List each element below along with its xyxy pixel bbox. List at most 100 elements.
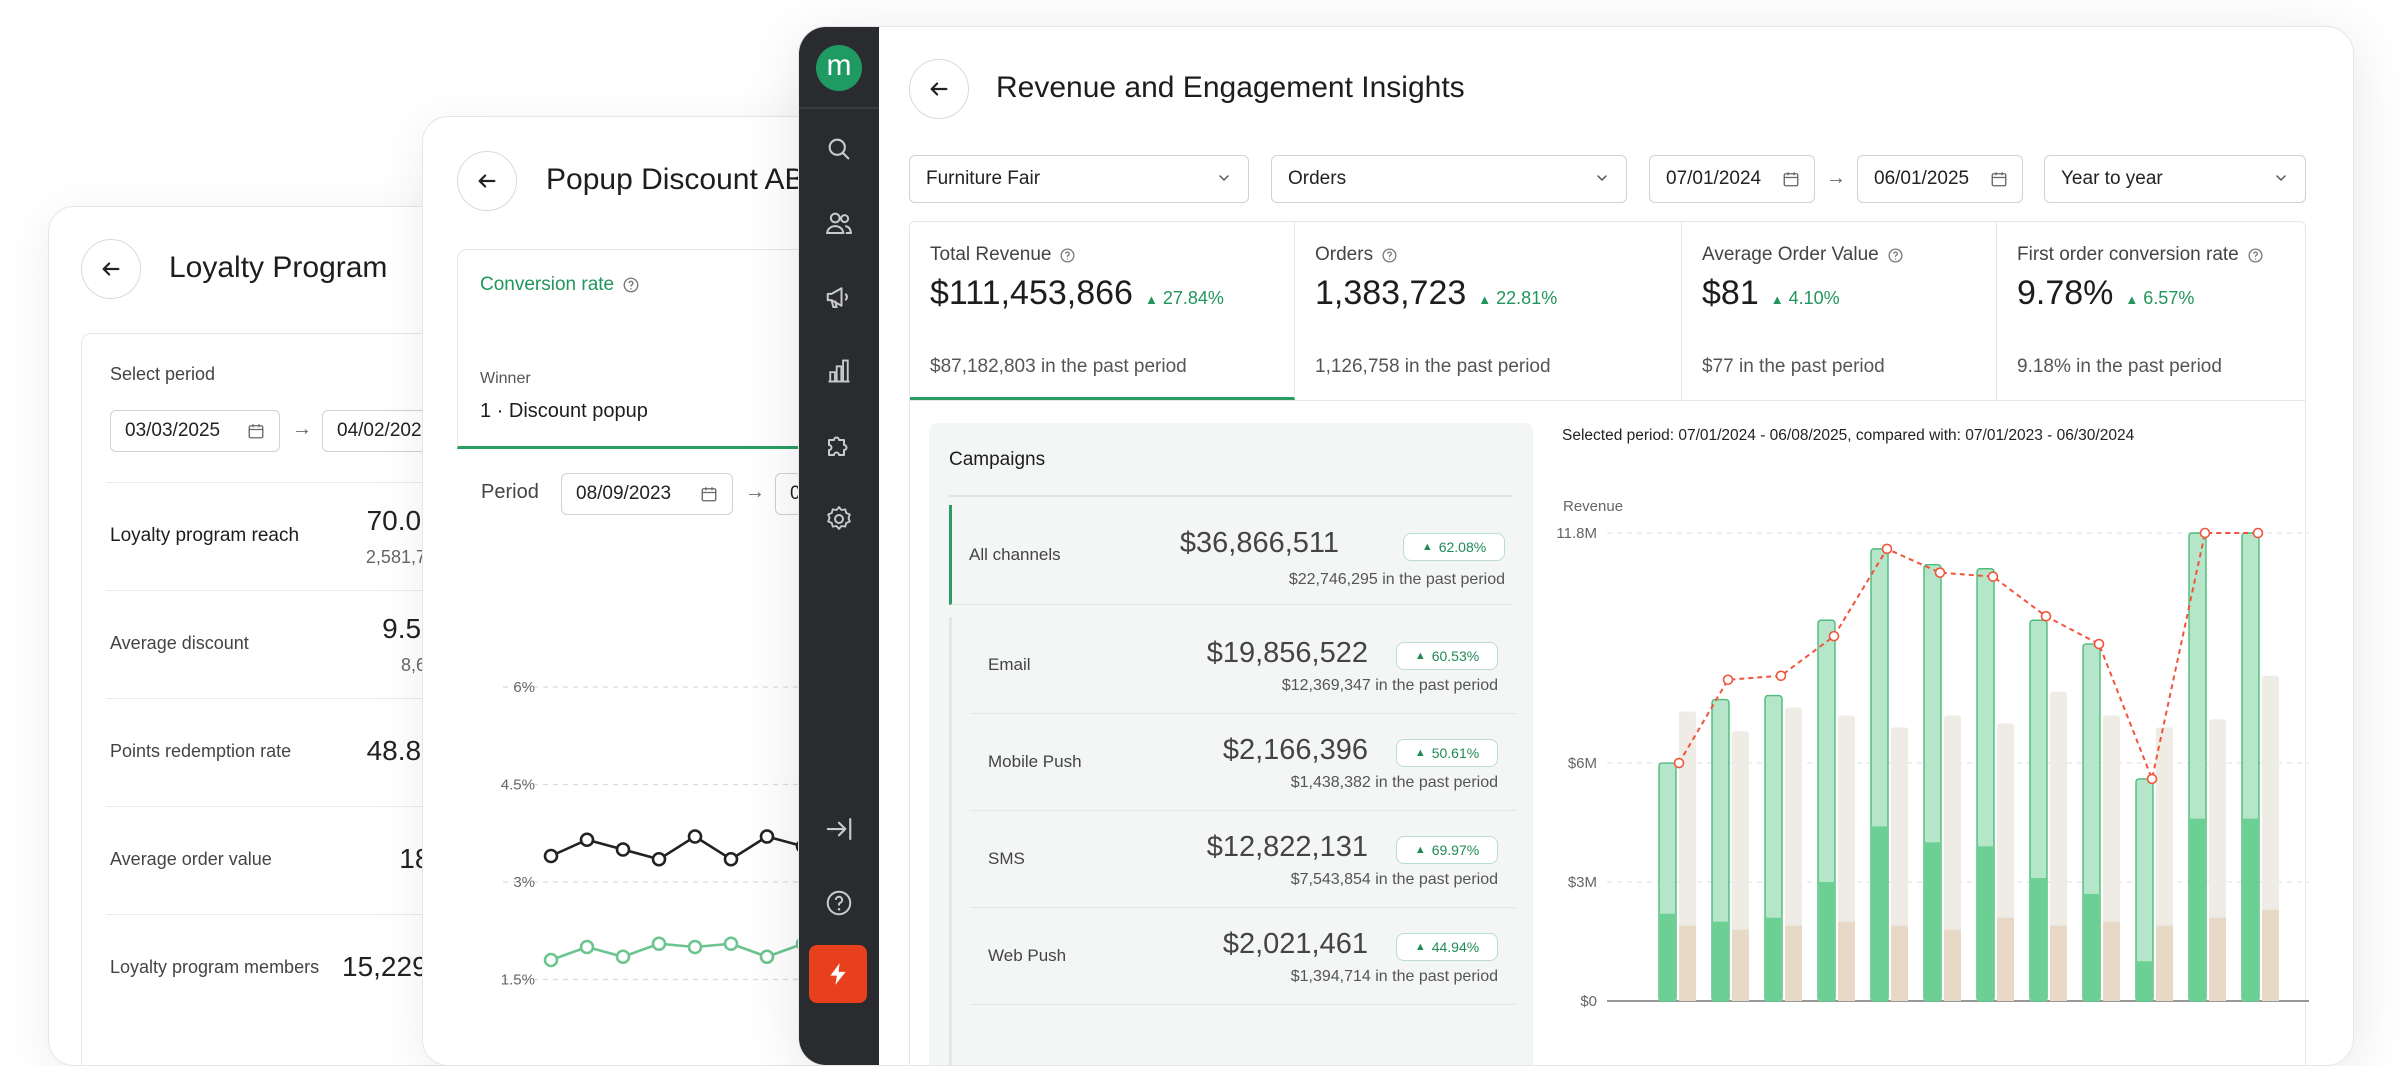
metric-list: Loyalty program reach 70.0% 2,581,784 Av… [106, 482, 446, 1065]
sidebar-item-help[interactable] [817, 881, 861, 925]
metric-select[interactable]: Orders [1271, 155, 1627, 203]
sidebar-item-settings[interactable] [817, 497, 861, 541]
compare-select[interactable]: Year to year [2044, 155, 2306, 203]
channel-list: Email $19,856,522 ▲ 60.53% $12,369,347 i… [949, 617, 1516, 1065]
brand-logo[interactable]: m [816, 45, 862, 91]
chevron-down-icon [2276, 175, 2286, 181]
chevron-down-icon [1597, 175, 1607, 181]
bar-previous-base [1997, 917, 2014, 1001]
bar-previous-base [2262, 909, 2279, 1001]
store-select[interactable]: Furniture Fair [909, 155, 1249, 203]
kpi-value: $81 ▲ 4.10% [1702, 274, 1840, 313]
trend-point [2199, 527, 2211, 539]
y-tick-label: 4.5% [501, 777, 535, 794]
metric-order-value: Average order value 181 [106, 807, 446, 915]
channel-delta: 60.53% [1431, 648, 1480, 664]
sidebar-item-quick-actions[interactable] [809, 945, 867, 1003]
kpi-label-text: Orders [1315, 244, 1374, 265]
caret-up-icon: ▲ [1770, 292, 1784, 307]
calendar-icon [1991, 172, 2007, 187]
back-button[interactable] [81, 239, 141, 299]
sidebar-item-users[interactable] [817, 201, 861, 245]
help-icon[interactable] [2247, 247, 2264, 264]
channel-web-push[interactable]: Web Push $2,021,461 ▲ 44.94% $1,394,714 … [970, 908, 1516, 1005]
bar-previous-base [2156, 925, 2173, 1001]
kpi-orders[interactable]: Orders 1,383,723 ▲ 22.81% 1,126,758 in t… [1295, 222, 1682, 400]
metric-label: Loyalty program reach [110, 525, 300, 546]
date-from-input[interactable]: 03/03/2025 [110, 410, 280, 452]
kpi-delta: ▲ 4.10% [1771, 288, 1840, 309]
help-icon[interactable] [1059, 247, 1076, 264]
gear-icon [827, 506, 851, 530]
kpi-total-revenue[interactable]: Total Revenue $111,453,866 ▲ 27.84% $87,… [910, 222, 1295, 400]
channel-email[interactable]: Email $19,856,522 ▲ 60.53% $12,369,347 i… [970, 617, 1516, 714]
bar-current-base [1659, 913, 1676, 1001]
sidebar-item-analytics[interactable] [817, 349, 861, 393]
sidebar-item-integrations[interactable] [817, 423, 861, 467]
puzzle-icon [828, 436, 848, 456]
channel-delta: 50.61% [1431, 745, 1480, 761]
trend-point [1775, 670, 1787, 682]
help-icon[interactable] [622, 276, 640, 294]
bar-previous-base [2050, 925, 2067, 1001]
kpi-value-text: $81 [1702, 274, 1759, 312]
kpi-value-text: 1,383,723 [1315, 274, 1467, 312]
bar-previous-base [2103, 921, 2120, 1001]
channel-prev: $1,438,382 in the past period [1290, 774, 1498, 791]
help-icon[interactable] [1381, 247, 1398, 264]
sidebar-item-logout[interactable] [817, 807, 861, 851]
data-point [651, 936, 667, 952]
data-point [723, 851, 739, 867]
channel-amount: $19,856,522 [1206, 637, 1368, 669]
date-to-input[interactable]: 06/01/2025 [1857, 155, 2023, 203]
back-button[interactable] [909, 59, 969, 119]
bar-previous-base [1891, 925, 1908, 1001]
data-point [615, 949, 631, 965]
channel-sms[interactable]: SMS $12,822,131 ▲ 69.97% $7,543,854 in t… [970, 811, 1516, 908]
calendar-icon [701, 487, 717, 502]
data-point [759, 829, 775, 844]
date-to-value: 06/01/2025 [1874, 168, 1970, 189]
kpi-average-order-value[interactable]: Average Order Value $81 ▲ 4.10% $77 in t… [1682, 222, 1997, 400]
metric-discount: Average discount 9.5% 8,694 [106, 591, 446, 699]
date-from-input[interactable]: 08/09/2023 [561, 473, 733, 515]
back-button[interactable] [457, 151, 517, 211]
kpi-delta-text: 6.57% [2143, 288, 2195, 308]
metric-select-value: Orders [1288, 168, 1347, 189]
data-point [579, 832, 595, 848]
data-point [651, 851, 667, 867]
brand-logo-letter: m [826, 49, 852, 82]
campaigns-divider [949, 495, 1513, 497]
date-arrow: → [745, 481, 765, 503]
sidebar-item-campaigns[interactable] [817, 275, 861, 319]
bar-current-base [1977, 846, 1994, 1001]
y-tick-label: 1.5% [501, 972, 535, 989]
channel-delta-badge: ▲ 44.94% [1396, 933, 1498, 961]
kpi-prev: $77 in the past period [1702, 356, 1885, 377]
bar-previous-base [1785, 925, 1802, 1001]
y-tick-label: 6% [513, 679, 535, 696]
channel-mobile-push[interactable]: Mobile Push $2,166,396 ▲ 50.61% $1,438,3… [970, 714, 1516, 811]
channel-prev: $1,394,714 in the past period [1290, 968, 1498, 985]
channel-name: SMS [988, 849, 1025, 868]
arrow-left-icon [102, 262, 120, 276]
kpi-label: Average Order Value [1702, 244, 1904, 266]
channel-amount: $2,166,396 [1222, 734, 1368, 766]
campaign-delta: 62.08% [1438, 539, 1487, 555]
trend-point [1881, 543, 1893, 555]
metric-members: Loyalty program members 15,229 [106, 915, 446, 1023]
sidebar-item-search[interactable] [817, 127, 861, 171]
campaign-all-channels[interactable]: All channels $36,866,511 ▲ 62.08% $22,74… [949, 505, 1513, 605]
campaign-prev: $22,746,295 in the past period [1288, 571, 1505, 588]
selected-period-text: Selected period: 07/01/2024 - 06/08/2025… [1562, 427, 2135, 444]
metric-label: Points redemption rate [110, 741, 292, 761]
page-title: Loyalty Program [169, 251, 388, 284]
kpi-value: 9.78% ▲ 6.57% [2017, 274, 2194, 313]
kpi-first-order-conversion[interactable]: First order conversion rate 9.78% ▲ 6.57… [1997, 222, 2305, 400]
help-icon[interactable] [1887, 247, 1904, 264]
date-from-input[interactable]: 07/01/2024 [1649, 155, 1815, 203]
chevron-down-icon [1219, 175, 1229, 181]
trend-point [1722, 674, 1734, 686]
channel-prev: $12,369,347 in the past period [1281, 677, 1498, 694]
kpi-delta: ▲ 22.81% [1478, 288, 1557, 309]
